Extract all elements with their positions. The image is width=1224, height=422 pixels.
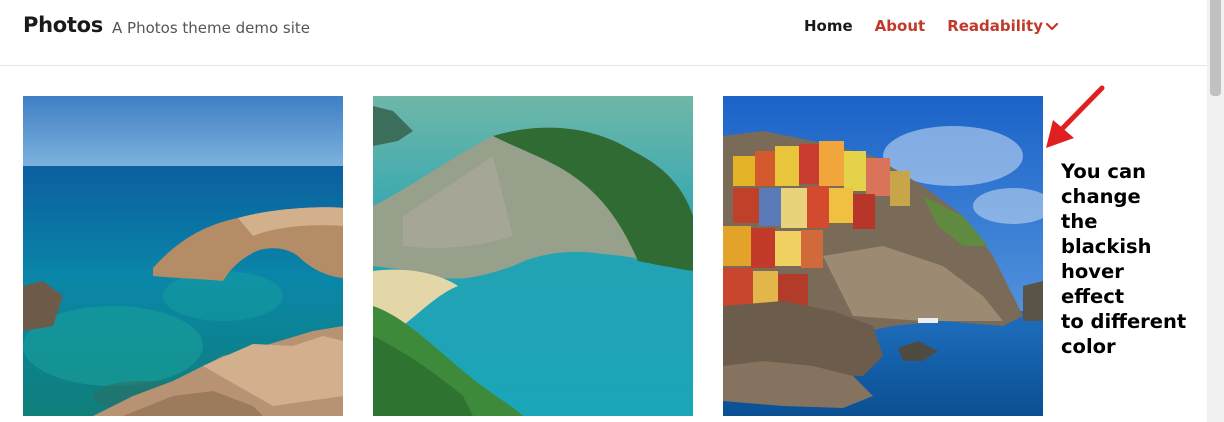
annotation-line: to different <box>1061 310 1187 333</box>
red-arrow-icon <box>1046 85 1105 148</box>
annotation-line: You can <box>1061 160 1146 183</box>
photo-cliff-bay[interactable] <box>373 96 693 416</box>
annotation-note: You can change the blackish hover effect… <box>1061 159 1201 359</box>
annotation-line: effect <box>1061 285 1125 308</box>
site-title[interactable]: Photos <box>23 13 103 37</box>
nav-item-readability[interactable]: Readability <box>947 17 1059 35</box>
site-description: A Photos theme demo site <box>112 19 311 37</box>
annotation-line: change <box>1061 185 1141 208</box>
cliff-village-image <box>723 96 1043 416</box>
annotation-line: color <box>1061 335 1116 358</box>
nav-item-home[interactable]: Home <box>804 17 853 35</box>
chevron-down-icon <box>1045 22 1059 31</box>
photo-sea-arch[interactable] <box>23 96 343 416</box>
main-nav: Home About Readability <box>804 17 1059 35</box>
nav-item-about[interactable]: About <box>875 17 926 35</box>
scrollbar-thumb[interactable] <box>1210 0 1221 96</box>
photo-cliff-village[interactable] <box>723 96 1043 416</box>
site-header: Photos A Photos theme demo site Home Abo… <box>0 0 1207 66</box>
nav-item-readability-label: Readability <box>947 17 1044 35</box>
annotation-line: blackish <box>1061 235 1152 258</box>
annotation-line: the <box>1061 210 1098 233</box>
cliff-bay-image <box>373 96 693 416</box>
annotation-line: hover <box>1061 260 1124 283</box>
scrollbar[interactable] <box>1207 0 1224 422</box>
sea-arch-image <box>23 96 343 416</box>
